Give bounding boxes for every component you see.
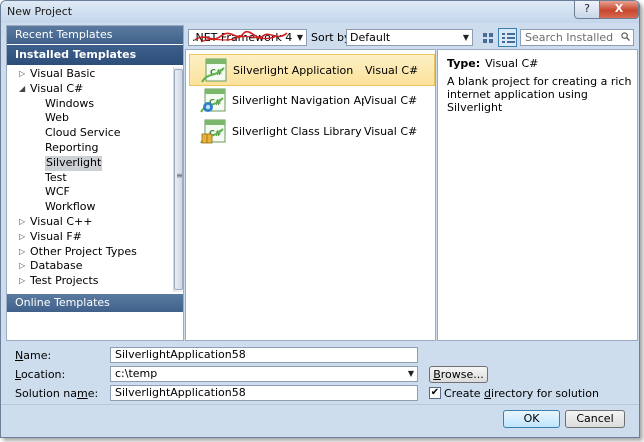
collapsed-arrow-icon[interactable]: ▷: [19, 215, 25, 230]
sort-value: Default: [350, 31, 391, 44]
chevron-down-icon: ▼: [462, 33, 469, 42]
location-label: Location:: [15, 368, 66, 381]
new-project-dialog: New Project ? X Recent Templates Install…: [0, 0, 640, 438]
category-tree: ▷ Visual Basic ◢ Visual C# Windows Web Cloud S…: [7, 67, 173, 289]
cancel-button[interactable]: Cancel: [565, 410, 625, 428]
tree-item-label: Workflow: [45, 200, 96, 214]
collapsed-arrow-icon[interactable]: ▷: [19, 230, 25, 245]
tree-item-label: Windows: [45, 96, 95, 110]
installed-templates-header[interactable]: Installed Templates: [7, 45, 183, 65]
tree-item-test[interactable]: Test: [7, 171, 173, 186]
tree-item-label: Test: [45, 170, 67, 184]
tree-item-cloud-service[interactable]: Cloud Service: [7, 126, 173, 141]
template-name: Silverlight Navigation Applicati...: [232, 94, 364, 107]
silverlight-project-icon: C#: [199, 119, 227, 145]
solution-name-label: Solution name:: [15, 387, 99, 400]
tree-item-label: Visual C++: [30, 214, 93, 228]
chevron-down-icon: ▼: [296, 33, 303, 42]
location-value: c:\temp: [115, 367, 158, 380]
chevron-down-icon: ▼: [407, 369, 414, 378]
search-installed-templates-input[interactable]: Search Installed Tem: [520, 29, 634, 46]
collapsed-arrow-icon[interactable]: ▷: [19, 274, 25, 289]
category-scrollbar[interactable]: ≡: [173, 67, 183, 292]
type-line: Type: Visual C#: [447, 57, 538, 70]
solution-name-input[interactable]: SilverlightApplication58: [110, 385, 418, 401]
template-description: A blank project for creating a rich inte…: [447, 75, 632, 114]
ok-button[interactable]: OK: [503, 410, 560, 428]
tree-item-web[interactable]: Web: [7, 111, 173, 126]
tree-item-label: Test Projects: [30, 274, 99, 288]
name-label: Name:: [15, 349, 52, 362]
tree-item-other-project-types[interactable]: ▷ Other Project Types: [7, 245, 173, 260]
type-value: Visual C#: [485, 57, 539, 70]
tree-item-workflow[interactable]: Workflow: [7, 200, 173, 215]
create-directory-label[interactable]: Create directory for solution: [444, 387, 599, 400]
silverlight-project-icon: C#: [200, 58, 228, 84]
list-view-button[interactable]: [498, 28, 517, 47]
tree-item-label: Web: [45, 111, 69, 125]
template-language: Visual C#: [365, 64, 419, 77]
template-list: C# Silverlight Application Visual C# C# Silv…: [185, 49, 436, 341]
tree-item-reporting[interactable]: Reporting: [7, 141, 173, 156]
type-label: Type:: [447, 57, 481, 70]
close-button[interactable]: X: [599, 1, 639, 19]
tree-item-test-projects[interactable]: ▷ Test Projects: [7, 274, 173, 289]
scroll-grip-icon: ≡: [176, 171, 183, 180]
collapsed-arrow-icon[interactable]: ▷: [19, 245, 25, 260]
online-templates-header[interactable]: Online Templates: [7, 294, 183, 312]
template-name: Silverlight Application: [233, 64, 354, 77]
template-name: Silverlight Class Library: [232, 125, 362, 138]
expanded-arrow-icon[interactable]: ◢: [19, 82, 25, 97]
collapsed-arrow-icon[interactable]: ▷: [19, 259, 25, 274]
name-input[interactable]: SilverlightApplication58: [110, 347, 418, 363]
tree-item-label: Visual F#: [30, 229, 82, 243]
location-input[interactable]: c:\temp ▼: [110, 366, 418, 382]
create-directory-checkbox[interactable]: ✔: [429, 387, 441, 399]
tree-item-label: Other Project Types: [30, 244, 137, 258]
template-details-pane: Type: Visual C# A blank project for creat…: [437, 49, 638, 341]
red-scribble-annotation: [194, 30, 288, 43]
search-icon: [621, 32, 630, 41]
tree-item-label: Visual Basic: [30, 67, 96, 80]
browse-button[interactable]: Browse...: [429, 366, 488, 383]
recent-templates-header[interactable]: Recent Templates: [7, 26, 183, 44]
tree-item-visual-f[interactable]: ▷ Visual F#: [7, 230, 173, 245]
tree-item-label: Silverlight: [45, 155, 103, 171]
title-bar: New Project ? X: [1, 1, 639, 23]
sort-select[interactable]: Default ▼: [346, 29, 473, 46]
template-category-pane: Recent Templates Installed Templates ▷ Vi…: [6, 25, 184, 341]
tree-item-label: Reporting: [45, 140, 99, 154]
template-item-silverlight-class-library[interactable]: C# Silverlight Class Library Visual C#: [189, 116, 435, 148]
tree-item-visual-basic[interactable]: ▷ Visual Basic: [7, 67, 173, 82]
framework-select[interactable]: .NET Framework 4 ▼: [188, 29, 307, 46]
collapsed-arrow-icon[interactable]: ▷: [19, 67, 25, 82]
silverlight-project-icon: C#: [199, 88, 227, 114]
tree-item-windows[interactable]: Windows: [7, 97, 173, 112]
template-item-silverlight-application[interactable]: C# Silverlight Application Visual C#: [189, 54, 435, 86]
tree-item-database[interactable]: ▷ Database: [7, 259, 173, 274]
tree-item-wcf[interactable]: WCF: [7, 185, 173, 200]
template-item-silverlight-navigation-applicati[interactable]: C# Silverlight Navigation Applicati...Vis…: [189, 85, 435, 117]
category-scroll-thumb[interactable]: ≡: [174, 69, 183, 290]
tree-item-visual-c[interactable]: ◢ Visual C#: [7, 82, 173, 97]
tree-item-label: Cloud Service: [45, 126, 121, 140]
template-language: Visual C#: [364, 94, 418, 107]
tree-item-visual-c[interactable]: ▷ Visual C++: [7, 215, 173, 230]
tree-item-label: WCF: [45, 185, 70, 199]
search-placeholder: Search Installed Tem: [525, 31, 614, 44]
template-language: Visual C#: [364, 125, 418, 138]
small-icons-view-button[interactable]: [478, 28, 497, 47]
tree-item-label: Visual C#: [30, 81, 84, 95]
tree-item-label: Database: [30, 259, 83, 273]
window-title: New Project: [7, 5, 73, 18]
help-button[interactable]: ?: [574, 1, 600, 19]
tree-item-silverlight[interactable]: Silverlight: [7, 155, 173, 171]
